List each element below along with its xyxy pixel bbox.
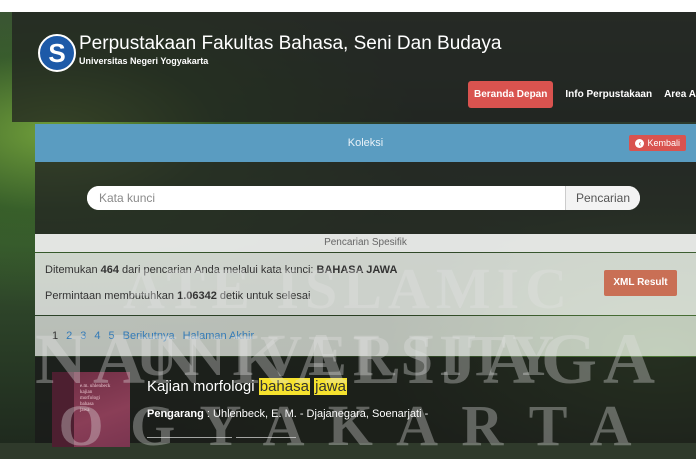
site-title: Perpustakaan Fakultas Bahasa, Seni Dan B… [79, 33, 502, 54]
result-count: 464 [100, 264, 119, 276]
cover-text: e.m. uhlenbeck kajian morfologi bahasa j… [80, 384, 111, 413]
search-button[interactable]: Pencarian [565, 186, 640, 210]
search-keyword: BAHASA JAWA [316, 264, 398, 276]
page-5[interactable]: 5 [109, 330, 115, 342]
kembali-button[interactable]: ‹ Kembali [629, 135, 686, 151]
nav-beranda-depan[interactable]: Beranda Depan [468, 81, 554, 108]
search-input[interactable] [87, 186, 565, 210]
xml-result-button[interactable]: XML Result [604, 270, 677, 296]
search-area: Pencarian [35, 162, 696, 234]
nav-info-perpustakaan[interactable]: Info Perpustakaan [565, 89, 652, 100]
highlight-term: bahasa [258, 378, 310, 395]
book-title-link[interactable]: Kajian morfologi bahasa jawa [147, 378, 347, 395]
book-cover-image[interactable]: e.m. uhlenbeck kajian morfologi bahasa j… [52, 372, 130, 447]
page-1[interactable]: 1 [52, 330, 58, 342]
page-last[interactable]: Halaman Akhir [183, 330, 255, 342]
back-arrow-icon: ‹ [635, 138, 645, 148]
top-edge [0, 0, 696, 12]
site-subtitle: Universitas Negeri Yogyakarta [79, 56, 209, 66]
kembali-label: Kembali [647, 138, 680, 148]
specific-search-link[interactable]: Pencarian Spesifik [35, 234, 696, 252]
koleksi-title: Koleksi [347, 137, 384, 149]
library-logo-icon[interactable]: S [38, 34, 76, 72]
item-action-button[interactable] [236, 437, 296, 446]
search-box: Pencarian [87, 186, 640, 210]
main-nav: Beranda Depan Info Perpustakaan Area A [468, 81, 696, 108]
page-2[interactable]: 2 [66, 330, 72, 342]
query-time: 1.06342 [177, 290, 217, 302]
page-4[interactable]: 4 [94, 330, 100, 342]
page-next[interactable]: Berikutnya [123, 330, 175, 342]
item-action-button[interactable] [147, 437, 232, 446]
results-time-line: Permintaan membutuhkan 1.06342 detik unt… [45, 290, 311, 302]
highlight-term: jawa [314, 378, 347, 395]
koleksi-bar: Koleksi ‹ Kembali [35, 124, 696, 162]
result-item: e.m. uhlenbeck kajian morfologi bahasa j… [35, 357, 696, 447]
page-3[interactable]: 3 [80, 330, 86, 342]
pagination: 1 2 3 4 5 Berikutnya Halaman Akhir [35, 316, 696, 356]
book-author: Pengarang : Uhlenbeck, E. M. - Djajanega… [147, 408, 429, 420]
site-header: S Perpustakaan Fakultas Bahasa, Seni Dan… [12, 12, 696, 122]
results-info: Ditemukan 464 dari pencarian Anda melalu… [35, 253, 696, 315]
item-actions [147, 437, 300, 446]
nav-area[interactable]: Area A [664, 89, 696, 100]
results-count-line: Ditemukan 464 dari pencarian Anda melalu… [45, 264, 398, 276]
